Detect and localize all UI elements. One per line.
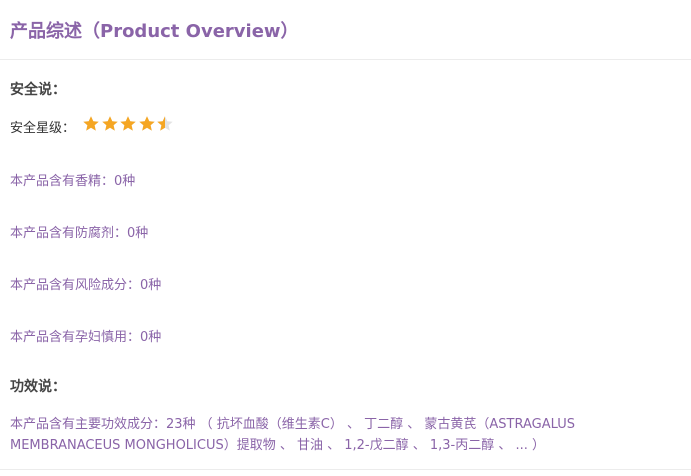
risk-ingredient-count: 本产品含有风险成分：0种: [10, 278, 162, 293]
efficacy-section-title: 功效说：: [10, 379, 66, 395]
preservative-count: 本产品含有防腐剂：0种: [10, 226, 149, 241]
product-overview-panel: 产品综述（Product Overview） 安全说： 安全星级： 本产品含有香…: [0, 0, 691, 476]
bottom-divider: [0, 469, 691, 470]
efficacy-line-1: 本产品含有主要功效成分：23种 （ 抗坏血酸（维生素C） 、 丁二醇 、 蒙古黄…: [10, 417, 575, 432]
star-icon: [138, 116, 155, 131]
panel-header: 产品综述（Product Overview）: [0, 0, 691, 60]
star-icon: [101, 116, 118, 131]
safety-section-title: 安全说：: [10, 82, 66, 98]
page-title: 产品综述（Product Overview）: [10, 21, 299, 42]
star-icon: [83, 116, 99, 131]
efficacy-ingredients: 本产品含有主要功效成分：23种 （ 抗坏血酸（维生素C） 、 丁二醇 、 蒙古黄…: [10, 414, 650, 456]
safety-rating-stars: [82, 115, 174, 133]
pregnancy-caution-count: 本产品含有孕妇慎用：0种: [10, 330, 162, 345]
fragrance-count: 本产品含有香精：0种: [10, 174, 136, 189]
efficacy-line-2: MEMBRANACEUS MONGHOLICUS）提取物 、 甘油 、 1,2-…: [10, 438, 546, 453]
safety-rating-label: 安全星级：: [10, 121, 76, 136]
star-icon: [120, 116, 136, 131]
star-icon: [157, 116, 173, 131]
